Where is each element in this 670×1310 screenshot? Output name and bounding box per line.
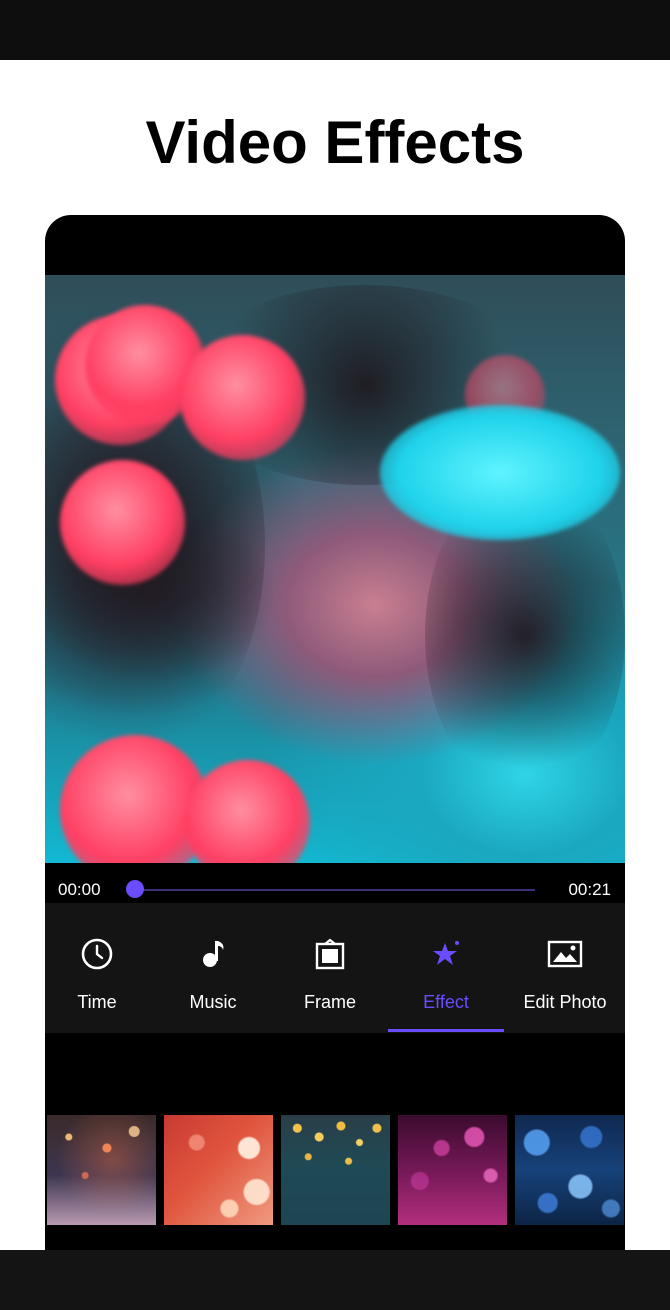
image-icon <box>507 936 623 972</box>
editor-toolbar: Time Music Frame Effect Edit Photo <box>45 903 625 1033</box>
tool-label: Frame <box>303 992 356 1012</box>
effect-preset-thumbnail[interactable] <box>47 1115 156 1225</box>
music-note-icon <box>155 936 271 972</box>
bokeh-light <box>185 760 310 863</box>
tool-label: Time <box>77 992 117 1012</box>
bokeh-light <box>60 460 185 585</box>
magic-wand-icon <box>388 936 504 972</box>
effect-presets <box>45 1115 625 1225</box>
effect-preset-thumbnail[interactable] <box>515 1115 624 1225</box>
page-title: Video Effects <box>145 109 525 176</box>
progress-thumb[interactable] <box>126 880 144 898</box>
clock-icon <box>45 936 155 972</box>
tool-label: Music <box>189 992 237 1012</box>
tool-frame[interactable]: Frame <box>272 903 388 1033</box>
bokeh-light <box>380 405 620 540</box>
video-preview[interactable] <box>45 275 625 863</box>
status-bar <box>0 0 670 60</box>
tool-label: Effect <box>423 992 469 1012</box>
total-time: 00:21 <box>568 880 611 899</box>
bokeh-light <box>60 735 210 863</box>
active-tab-indicator <box>388 1029 504 1032</box>
effect-preset-thumbnail[interactable] <box>398 1115 507 1225</box>
tool-time[interactable]: Time <box>45 903 155 1033</box>
bokeh-light <box>180 335 305 460</box>
tool-music[interactable]: Music <box>155 903 271 1033</box>
frame-icon <box>272 936 388 972</box>
current-time: 00:00 <box>58 880 101 899</box>
tool-effect[interactable]: Effect <box>388 903 504 1033</box>
progress-track[interactable] <box>135 889 535 891</box>
phone-frame: 00:00 00:21 Time Music Frame Effect Edit… <box>45 215 625 1250</box>
tool-label: Edit Photo <box>523 992 607 1012</box>
navigation-bar <box>0 1250 670 1310</box>
tool-edit-photo[interactable]: Edit Photo <box>507 903 623 1033</box>
playback-timeline: 00:00 00:21 <box>45 863 625 903</box>
effect-preset-thumbnail[interactable] <box>164 1115 273 1225</box>
effect-preset-thumbnail[interactable] <box>281 1115 390 1225</box>
